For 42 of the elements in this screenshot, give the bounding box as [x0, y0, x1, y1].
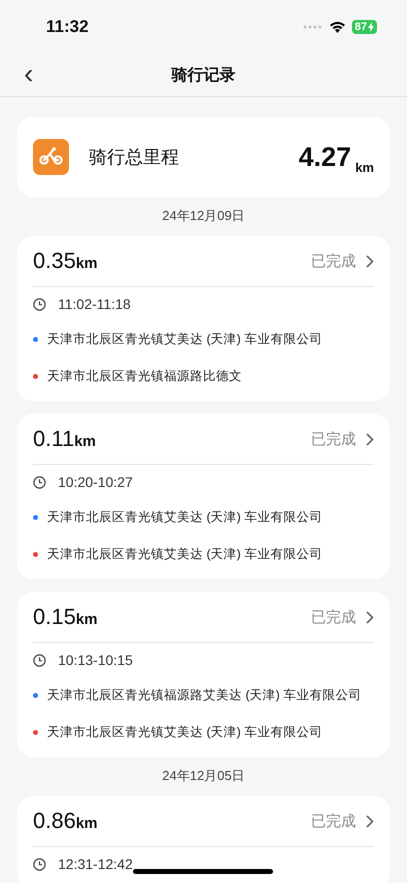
- trip-time: 10:20-10:27: [58, 474, 133, 490]
- summary-unit: km: [355, 160, 374, 175]
- wifi-icon: [328, 21, 346, 33]
- status-link[interactable]: 已完成: [311, 252, 374, 270]
- trip-card[interactable]: 0.15km 已完成 10:13-10:15 天津市北辰区青光镇福源路艾美达 (天津) 车业有限公司 天津市北辰区青光镇艾美达 (天津) 车业有限公司: [17, 592, 390, 757]
- date-header: 24年12月09日: [162, 208, 245, 223]
- clock-icon: [33, 654, 46, 666]
- clock-icon: [33, 298, 46, 310]
- chevron-icon: [366, 432, 374, 446]
- address-text: 天津市北辰区青光镇艾美达 (天津) 车业有限公司: [47, 331, 322, 348]
- trip-time: 12:31-12:42: [58, 856, 133, 872]
- chevron-icon: [366, 814, 374, 828]
- battery-indicator: 87: [352, 20, 377, 34]
- trip-card[interactable]: 0.11km 已完成 10:20-10:27 天津市北辰区青光镇艾美达 (天津) 车业有限公司 天津市北辰区青光镇艾美达 (天津) 车业有限公司: [17, 414, 390, 579]
- status-link[interactable]: 已完成: [311, 608, 374, 626]
- clock-icon: [33, 476, 46, 488]
- trip-distance: 0.35km: [33, 248, 99, 274]
- chevron-icon: [366, 610, 374, 624]
- trip-time: 11:02-11:18: [58, 296, 131, 312]
- trip-card[interactable]: 0.35km 已完成 11:02-11:18 天津市北辰区青光镇艾美达 (天津) 车业有限公司 天津市北辰区青光镇福源路比德文: [17, 236, 390, 401]
- address-text: 天津市北辰区青光镇艾美达 (天津) 车业有限公司: [47, 509, 322, 526]
- trip-time: 10:13-10:15: [58, 652, 133, 668]
- back-button[interactable]: ‹: [20, 60, 38, 88]
- summary-value: 4.27: [298, 142, 352, 172]
- status-link[interactable]: 已完成: [311, 430, 374, 448]
- date-header: 24年12月05日: [162, 768, 245, 783]
- clock-icon: [33, 858, 46, 870]
- signal-icon: [302, 25, 323, 29]
- trip-card[interactable]: 0.86km 已完成 12:31-12:42: [17, 796, 390, 883]
- status-link[interactable]: 已完成: [311, 812, 374, 830]
- summary-label: 骑行总里程: [89, 146, 180, 169]
- trip-distance: 0.11km: [33, 426, 97, 452]
- bicycle-icon: [33, 139, 69, 175]
- trip-distance: 0.86km: [33, 808, 99, 834]
- page-title: 骑行记录: [172, 66, 236, 86]
- trip-distance: 0.15km: [33, 604, 99, 630]
- address-text: 天津市北辰区青光镇艾美达 (天津) 车业有限公司: [47, 546, 322, 563]
- chevron-icon: [366, 254, 374, 268]
- address-text: 天津市北辰区青光镇福源路比德文: [47, 368, 242, 385]
- address-text: 天津市北辰区青光镇艾美达 (天津) 车业有限公司: [47, 724, 322, 741]
- address-text: 天津市北辰区青光镇福源路艾美达 (天津) 车业有限公司: [47, 687, 362, 704]
- status-time: 11:32: [46, 17, 89, 37]
